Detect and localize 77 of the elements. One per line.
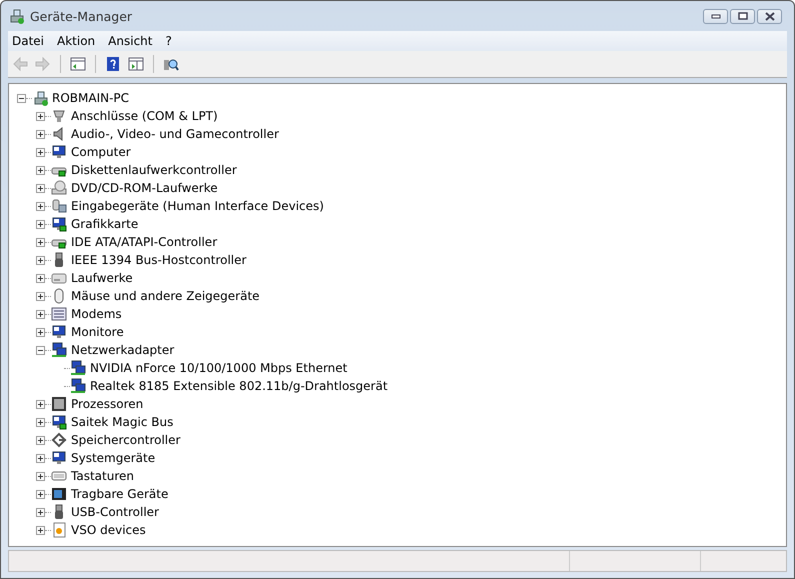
maximize-button[interactable] xyxy=(730,8,755,24)
expand-icon[interactable] xyxy=(36,508,45,516)
tree-item[interactable]: Mäuse und andere Zeigegeräte xyxy=(70,289,260,303)
network-icon xyxy=(70,360,86,376)
tree-item[interactable]: ROBMAIN-PC xyxy=(51,91,130,105)
computer-icon xyxy=(32,90,48,106)
minimize-button[interactable] xyxy=(703,8,728,24)
tree-item[interactable]: IDE ATA/ATAPI-Controller xyxy=(70,235,218,249)
tree-item[interactable]: Monitore xyxy=(70,325,124,339)
maximize-icon xyxy=(738,12,748,20)
tree-item[interactable]: Realtek 8185 Extensible 802.11b/g-Drahtlosgerät xyxy=(89,379,388,393)
expand-icon[interactable] xyxy=(36,166,45,174)
expand-icon[interactable] xyxy=(36,310,45,318)
menu-item[interactable]: ? xyxy=(161,34,181,48)
expand-icon[interactable] xyxy=(36,436,45,444)
app-icon xyxy=(8,8,24,24)
device-icon xyxy=(51,486,67,502)
tree-item[interactable]: Tragbare Geräte xyxy=(70,487,168,501)
tree-item[interactable]: Anschlüsse (COM & LPT) xyxy=(70,109,218,123)
monitor-board-icon xyxy=(51,414,67,430)
tree-item[interactable]: Laufwerke xyxy=(70,271,133,285)
tree-item[interactable]: Grafikkarte xyxy=(70,217,138,231)
input-device-icon xyxy=(51,198,67,214)
window-title: Geräte-Manager xyxy=(30,8,134,24)
tree-item[interactable]: DVD/CD-ROM-Laufwerke xyxy=(70,181,218,195)
tree-item[interactable]: Audio-, Video- und Gamecontroller xyxy=(70,127,279,141)
collapse-icon[interactable] xyxy=(36,346,45,354)
expand-icon[interactable] xyxy=(36,292,45,300)
expand-icon[interactable] xyxy=(36,148,45,156)
network-icon xyxy=(70,378,86,394)
tree-item[interactable]: IEEE 1394 Bus-Hostcontroller xyxy=(70,253,246,267)
collapse-icon[interactable] xyxy=(17,94,26,102)
close-button[interactable] xyxy=(757,8,782,24)
connector-icon xyxy=(51,432,67,448)
expand-icon[interactable] xyxy=(36,472,45,480)
expand-icon[interactable] xyxy=(36,454,45,462)
expand-icon[interactable] xyxy=(36,328,45,336)
tree-item[interactable]: Computer xyxy=(70,145,131,159)
monitor-icon xyxy=(51,144,67,160)
menu-item[interactable]: Aktion xyxy=(53,34,104,48)
tree-item[interactable]: Systemgeräte xyxy=(70,451,156,465)
expand-icon[interactable] xyxy=(36,238,45,246)
disc-drive-icon xyxy=(51,180,67,196)
tree-item[interactable]: USB-Controller xyxy=(70,505,159,519)
tree-item[interactable]: Diskettenlaufwerkcontroller xyxy=(70,163,237,177)
monitor-board-icon xyxy=(51,216,67,232)
expand-icon[interactable] xyxy=(36,130,45,138)
expand-icon[interactable] xyxy=(36,274,45,282)
expand-icon[interactable] xyxy=(36,400,45,408)
tree-item[interactable]: Speichercontroller xyxy=(70,433,180,447)
expand-icon[interactable] xyxy=(36,256,45,264)
modem-icon xyxy=(51,306,67,322)
port-icon xyxy=(51,108,67,124)
tree-item[interactable]: VSO devices xyxy=(70,523,146,537)
tree-item[interactable]: NVIDIA nForce 10/100/1000 Mbps Ethernet xyxy=(89,361,348,375)
tree-item[interactable]: Eingabegeräte (Human Interface Devices) xyxy=(70,199,324,213)
menu-item[interactable]: Datei xyxy=(8,34,54,48)
network-icon xyxy=(51,342,67,358)
minimize-icon xyxy=(710,13,720,19)
expand-icon[interactable] xyxy=(36,112,45,120)
expand-icon[interactable] xyxy=(36,202,45,210)
expand-icon[interactable] xyxy=(36,490,45,498)
tree-item[interactable]: Prozessoren xyxy=(70,397,144,411)
tree-item[interactable]: Saitek Magic Bus xyxy=(70,415,174,429)
expand-icon[interactable] xyxy=(36,220,45,228)
tree-item[interactable]: Netzwerkadapter xyxy=(70,343,174,357)
expand-icon[interactable] xyxy=(36,526,45,534)
tree-item[interactable]: Modems xyxy=(70,307,122,321)
document-icon xyxy=(51,522,67,538)
expand-icon[interactable] xyxy=(36,184,45,192)
chip-icon xyxy=(51,396,67,412)
monitor-icon xyxy=(51,450,67,466)
monitor-icon xyxy=(51,324,67,340)
tree-item[interactable]: Tastaturen xyxy=(70,469,134,483)
close-icon xyxy=(764,12,776,20)
menu-item[interactable]: Ansicht xyxy=(104,34,162,48)
expand-icon[interactable] xyxy=(36,418,45,426)
